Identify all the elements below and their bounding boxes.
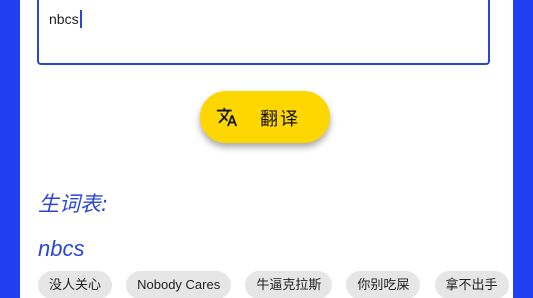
input-text-container: nbcs (49, 10, 82, 28)
right-frame-edge (513, 0, 533, 298)
translate-icon (216, 107, 238, 127)
vocab-word: nbcs (38, 236, 85, 261)
meaning-chip[interactable]: 拿不出手 (434, 271, 509, 298)
text-input-field[interactable]: nbcs (37, 0, 490, 65)
meaning-chip[interactable]: Nobody Cares (126, 271, 232, 298)
translate-button-label: 翻译 (260, 109, 300, 130)
left-frame-edge (0, 0, 20, 298)
translate-button[interactable]: 翻译 (200, 91, 330, 143)
meaning-chip[interactable]: 没人关心 (38, 271, 113, 298)
input-value: nbcs (49, 11, 79, 27)
vocab-section-title: 生词表: (38, 192, 109, 216)
meaning-chip[interactable]: 你别吃屎 (346, 271, 421, 298)
meaning-chip-list: 没人关心 Nobody Cares 牛逼克拉斯 你别吃屎 拿不出手 (38, 271, 513, 298)
app-screen: nbcs 翻译 生词表: nbcs 没人关心 Nobody Cares 牛逼克拉… (20, 0, 513, 298)
meaning-chip[interactable]: 牛逼克拉斯 (245, 271, 333, 298)
text-caret (79, 10, 82, 28)
